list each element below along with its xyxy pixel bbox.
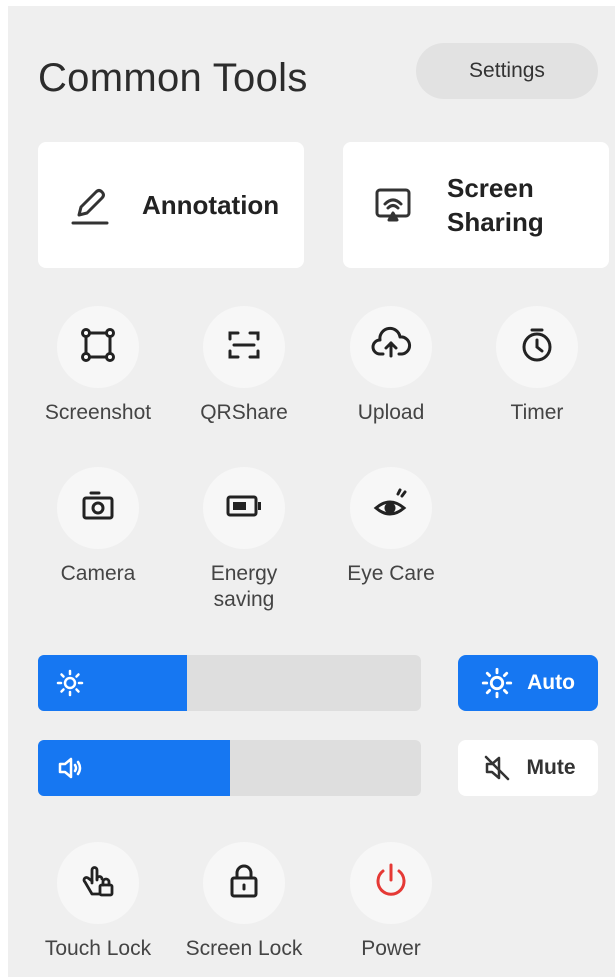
- eye-care-tool[interactable]: Eye Care: [331, 467, 451, 587]
- auto-label: Auto: [527, 671, 575, 694]
- eye-care-label: Eye Care: [347, 562, 435, 585]
- screenshot-label: Screenshot: [44, 401, 152, 424]
- annotation-label: Annotation: [142, 190, 280, 220]
- energy-saving-tool[interactable]: Energy saving: [184, 467, 304, 613]
- sun-icon: [481, 667, 513, 699]
- annotation-card[interactable]: Annotation: [38, 142, 304, 268]
- battery-icon: [223, 486, 265, 531]
- screenshot-crop-icon: [78, 325, 118, 370]
- pen-icon: [66, 181, 114, 229]
- timer-tool[interactable]: Timer: [477, 306, 597, 426]
- screenshot-tool[interactable]: Screenshot: [38, 306, 158, 426]
- upload-tool[interactable]: Upload: [331, 306, 451, 426]
- touch-lock-tool[interactable]: Touch Lock: [38, 842, 158, 962]
- padlock-icon: [224, 861, 264, 906]
- camera-label: Camera: [60, 562, 136, 585]
- touch-lock-icon: [78, 861, 118, 906]
- touch-lock-label: Touch Lock: [44, 937, 152, 960]
- cloud-upload-icon: [370, 324, 412, 371]
- screen-lock-tool[interactable]: Screen Lock: [184, 842, 304, 962]
- speaker-muted-icon: [481, 752, 513, 784]
- screen-sharing-label: Screen Sharing: [447, 173, 544, 237]
- qr-scan-icon: [224, 325, 264, 370]
- brightness-slider[interactable]: [38, 655, 421, 711]
- volume-slider[interactable]: [38, 740, 421, 796]
- mute-label: Mute: [526, 756, 576, 779]
- power-tool[interactable]: Power: [331, 842, 451, 962]
- sun-icon: [56, 669, 84, 697]
- upload-label: Upload: [357, 401, 425, 424]
- screen-cast-icon: [369, 181, 417, 229]
- timer-label: Timer: [510, 401, 564, 424]
- auto-brightness-button[interactable]: Auto: [458, 655, 598, 711]
- settings-button[interactable]: Settings: [416, 43, 598, 99]
- power-icon: [370, 860, 412, 907]
- screen-sharing-card[interactable]: Screen Sharing: [343, 142, 609, 268]
- screen-lock-label: Screen Lock: [185, 937, 303, 960]
- eye-care-icon: [370, 486, 412, 531]
- qrshare-tool[interactable]: QRShare: [184, 306, 304, 426]
- mute-button[interactable]: Mute: [458, 740, 598, 796]
- power-label: Power: [361, 937, 421, 960]
- timer-icon: [517, 325, 557, 370]
- camera-icon: [78, 486, 118, 531]
- qrshare-label: QRShare: [200, 401, 288, 424]
- speaker-icon: [56, 754, 84, 782]
- energy-saving-label: Energy saving: [210, 562, 278, 611]
- camera-tool[interactable]: Camera: [38, 467, 158, 587]
- page-title: Common Tools: [38, 56, 308, 100]
